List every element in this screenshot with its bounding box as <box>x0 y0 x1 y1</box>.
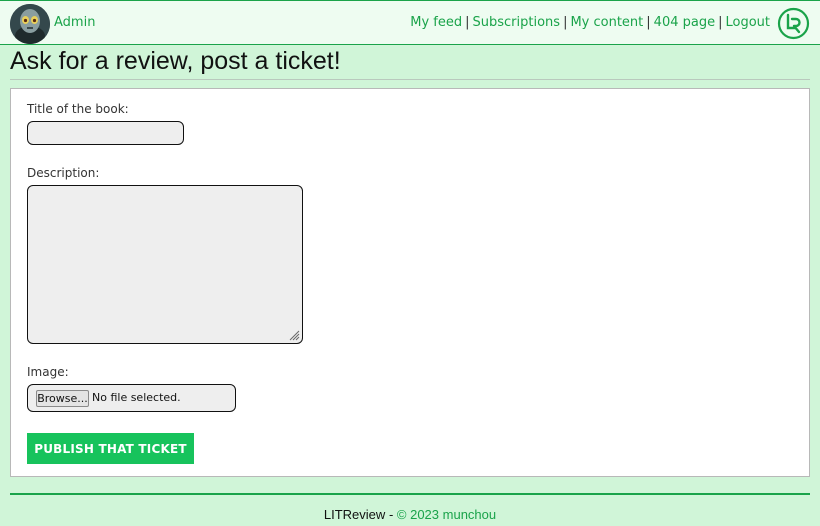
nav-separator: | <box>563 15 568 30</box>
nav-separator: | <box>718 15 723 30</box>
title-label: Title of the book: <box>27 102 129 116</box>
nav-logout[interactable]: Logout <box>725 15 770 30</box>
avatar[interactable] <box>10 4 50 44</box>
username-link[interactable]: Admin <box>54 15 95 30</box>
nav-my-content[interactable]: My content <box>570 15 643 30</box>
avatar-image <box>10 4 50 44</box>
description-label: Description: <box>27 166 100 180</box>
title-input[interactable] <box>27 121 184 145</box>
title-divider <box>10 79 810 80</box>
footer-divider <box>10 493 810 495</box>
nav-subscriptions[interactable]: Subscriptions <box>473 15 561 30</box>
image-file-input[interactable]: Browse... No file selected. <box>27 384 236 412</box>
top-navbar: Admin My feed | Subscriptions | My content | 4… <box>0 0 820 45</box>
ticket-form: Title of the book: Description: Image: B… <box>10 88 810 477</box>
publish-ticket-button[interactable]: PUBLISH THAT TICKET <box>27 433 194 464</box>
nav-404-page[interactable]: 404 page <box>654 15 715 30</box>
footer: LITReview - © 2023 munchou <box>0 507 820 522</box>
page-title: Ask for a review, post a ticket! <box>10 47 341 75</box>
image-label: Image: <box>27 365 69 379</box>
resize-grip-icon[interactable] <box>288 329 300 341</box>
nav-separator: | <box>646 15 651 30</box>
lr-logo-icon[interactable] <box>777 7 810 40</box>
main-nav: My feed | Subscriptions | My content | 404 pag… <box>410 15 770 30</box>
nav-my-feed[interactable]: My feed <box>410 15 462 30</box>
footer-copyright: © 2023 munchou <box>396 507 497 522</box>
footer-app-name: LITReview <box>323 507 386 522</box>
footer-dash: - <box>388 507 394 522</box>
file-status: No file selected. <box>92 391 181 404</box>
nav-separator: | <box>465 15 470 30</box>
browse-button[interactable]: Browse... <box>36 390 89 407</box>
description-textarea[interactable] <box>27 185 303 344</box>
